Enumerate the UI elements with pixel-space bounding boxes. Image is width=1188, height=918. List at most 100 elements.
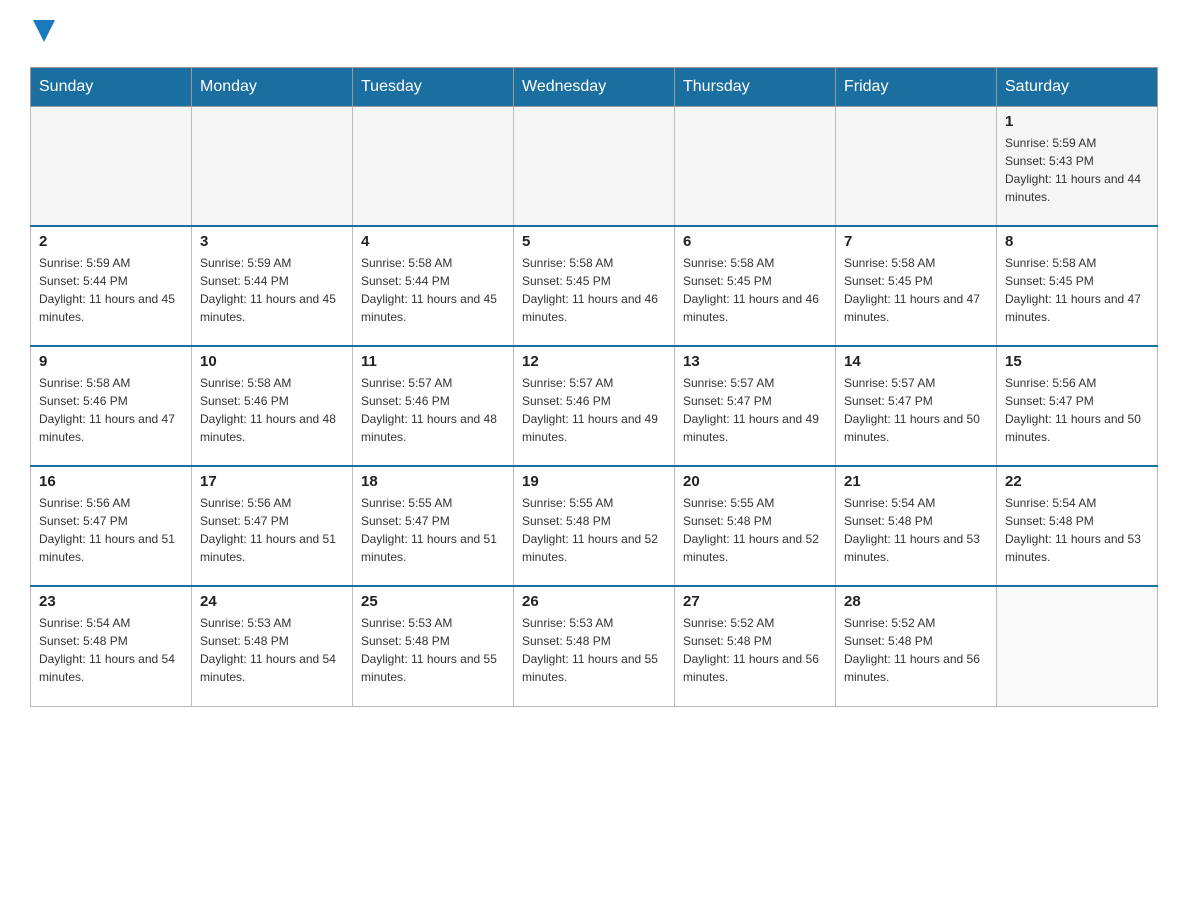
calendar-cell: 5 Sunrise: 5:58 AMSunset: 5:45 PMDaylight… <box>514 226 675 346</box>
calendar-cell: 22 Sunrise: 5:54 AMSunset: 5:48 PMDayligh… <box>997 466 1158 586</box>
calendar-cell: 4 Sunrise: 5:58 AMSunset: 5:44 PMDaylight… <box>353 226 514 346</box>
day-sun-info: Sunrise: 5:53 AMSunset: 5:48 PMDaylight:… <box>522 614 666 686</box>
day-sun-info: Sunrise: 5:53 AMSunset: 5:48 PMDaylight:… <box>361 614 505 686</box>
calendar-cell <box>997 586 1158 706</box>
day-number: 15 <box>1005 353 1149 370</box>
day-number: 8 <box>1005 233 1149 250</box>
calendar-cell: 9 Sunrise: 5:58 AMSunset: 5:46 PMDaylight… <box>31 346 192 466</box>
day-number: 23 <box>39 593 183 610</box>
day-number: 12 <box>522 353 666 370</box>
day-sun-info: Sunrise: 5:56 AMSunset: 5:47 PMDaylight:… <box>39 494 183 566</box>
day-number: 1 <box>1005 113 1149 130</box>
calendar-cell: 26 Sunrise: 5:53 AMSunset: 5:48 PMDayligh… <box>514 586 675 706</box>
calendar-cell: 7 Sunrise: 5:58 AMSunset: 5:45 PMDaylight… <box>836 226 997 346</box>
calendar-cell <box>31 106 192 226</box>
day-sun-info: Sunrise: 5:57 AMSunset: 5:47 PMDaylight:… <box>844 374 988 446</box>
day-sun-info: Sunrise: 5:54 AMSunset: 5:48 PMDaylight:… <box>844 494 988 566</box>
calendar-cell: 2 Sunrise: 5:59 AMSunset: 5:44 PMDaylight… <box>31 226 192 346</box>
day-sun-info: Sunrise: 5:58 AMSunset: 5:46 PMDaylight:… <box>39 374 183 446</box>
day-number: 28 <box>844 593 988 610</box>
day-number: 5 <box>522 233 666 250</box>
day-sun-info: Sunrise: 5:55 AMSunset: 5:48 PMDaylight:… <box>522 494 666 566</box>
day-sun-info: Sunrise: 5:59 AMSunset: 5:44 PMDaylight:… <box>39 254 183 326</box>
calendar-cell: 21 Sunrise: 5:54 AMSunset: 5:48 PMDayligh… <box>836 466 997 586</box>
calendar-cell <box>514 106 675 226</box>
calendar-week-row: 2 Sunrise: 5:59 AMSunset: 5:44 PMDaylight… <box>31 226 1158 346</box>
day-sun-info: Sunrise: 5:55 AMSunset: 5:47 PMDaylight:… <box>361 494 505 566</box>
day-number: 14 <box>844 353 988 370</box>
day-number: 9 <box>39 353 183 370</box>
calendar-cell: 6 Sunrise: 5:58 AMSunset: 5:45 PMDaylight… <box>675 226 836 346</box>
calendar-cell: 1Sunrise: 5:59 AMSunset: 5:43 PMDaylight… <box>997 106 1158 226</box>
day-number: 4 <box>361 233 505 250</box>
day-number: 7 <box>844 233 988 250</box>
day-number: 16 <box>39 473 183 490</box>
day-number: 21 <box>844 473 988 490</box>
logo <box>30 20 55 47</box>
weekday-header-row: SundayMondayTuesdayWednesdayThursdayFrid… <box>31 67 1158 106</box>
weekday-header-monday: Monday <box>192 67 353 106</box>
calendar-cell <box>836 106 997 226</box>
calendar-cell: 27 Sunrise: 5:52 AMSunset: 5:48 PMDayligh… <box>675 586 836 706</box>
calendar-cell: 19 Sunrise: 5:55 AMSunset: 5:48 PMDayligh… <box>514 466 675 586</box>
day-sun-info: Sunrise: 5:58 AMSunset: 5:45 PMDaylight:… <box>522 254 666 326</box>
calendar-cell: 25 Sunrise: 5:53 AMSunset: 5:48 PMDayligh… <box>353 586 514 706</box>
day-sun-info: Sunrise: 5:54 AMSunset: 5:48 PMDaylight:… <box>39 614 183 686</box>
calendar-week-row: 16 Sunrise: 5:56 AMSunset: 5:47 PMDayligh… <box>31 466 1158 586</box>
calendar-cell: 11 Sunrise: 5:57 AMSunset: 5:46 PMDayligh… <box>353 346 514 466</box>
day-sun-info: Sunrise: 5:52 AMSunset: 5:48 PMDaylight:… <box>844 614 988 686</box>
day-sun-info: Sunrise: 5:58 AMSunset: 5:45 PMDaylight:… <box>844 254 988 326</box>
day-number: 18 <box>361 473 505 490</box>
page-header <box>30 20 1158 47</box>
day-sun-info: Sunrise: 5:58 AMSunset: 5:45 PMDaylight:… <box>1005 254 1149 326</box>
calendar-week-row: 9 Sunrise: 5:58 AMSunset: 5:46 PMDaylight… <box>31 346 1158 466</box>
logo-triangle-icon <box>33 20 55 42</box>
day-number: 22 <box>1005 473 1149 490</box>
weekday-header-friday: Friday <box>836 67 997 106</box>
calendar-cell: 13 Sunrise: 5:57 AMSunset: 5:47 PMDayligh… <box>675 346 836 466</box>
calendar-cell: 18 Sunrise: 5:55 AMSunset: 5:47 PMDayligh… <box>353 466 514 586</box>
calendar-cell: 17Sunrise: 5:56 AMSunset: 5:47 PMDayligh… <box>192 466 353 586</box>
day-number: 3 <box>200 233 344 250</box>
day-number: 17 <box>200 473 344 490</box>
day-sun-info: Sunrise: 5:53 AMSunset: 5:48 PMDaylight:… <box>200 614 344 686</box>
calendar-cell: 10 Sunrise: 5:58 AMSunset: 5:46 PMDayligh… <box>192 346 353 466</box>
day-sun-info: Sunrise: 5:57 AMSunset: 5:46 PMDaylight:… <box>361 374 505 446</box>
day-sun-info: Sunrise: 5:54 AMSunset: 5:48 PMDaylight:… <box>1005 494 1149 566</box>
calendar-cell <box>353 106 514 226</box>
calendar-cell: 8 Sunrise: 5:58 AMSunset: 5:45 PMDaylight… <box>997 226 1158 346</box>
calendar-cell: 16 Sunrise: 5:56 AMSunset: 5:47 PMDayligh… <box>31 466 192 586</box>
day-number: 19 <box>522 473 666 490</box>
calendar-cell: 23 Sunrise: 5:54 AMSunset: 5:48 PMDayligh… <box>31 586 192 706</box>
day-number: 10 <box>200 353 344 370</box>
day-sun-info: Sunrise: 5:57 AMSunset: 5:47 PMDaylight:… <box>683 374 827 446</box>
day-sun-info: Sunrise: 5:56 AMSunset: 5:47 PMDaylight:… <box>1005 374 1149 446</box>
day-number: 20 <box>683 473 827 490</box>
day-sun-info: Sunrise: 5:58 AMSunset: 5:44 PMDaylight:… <box>361 254 505 326</box>
day-number: 24 <box>200 593 344 610</box>
calendar-cell: 20 Sunrise: 5:55 AMSunset: 5:48 PMDayligh… <box>675 466 836 586</box>
calendar-table: SundayMondayTuesdayWednesdayThursdayFrid… <box>30 67 1158 707</box>
day-sun-info: Sunrise: 5:52 AMSunset: 5:48 PMDaylight:… <box>683 614 827 686</box>
day-sun-info: Sunrise: 5:58 AMSunset: 5:46 PMDaylight:… <box>200 374 344 446</box>
calendar-cell: 14 Sunrise: 5:57 AMSunset: 5:47 PMDayligh… <box>836 346 997 466</box>
day-sun-info: Sunrise: 5:58 AMSunset: 5:45 PMDaylight:… <box>683 254 827 326</box>
calendar-cell <box>675 106 836 226</box>
day-number: 13 <box>683 353 827 370</box>
day-number: 26 <box>522 593 666 610</box>
weekday-header-wednesday: Wednesday <box>514 67 675 106</box>
day-number: 11 <box>361 353 505 370</box>
calendar-cell: 15 Sunrise: 5:56 AMSunset: 5:47 PMDayligh… <box>997 346 1158 466</box>
weekday-header-sunday: Sunday <box>31 67 192 106</box>
calendar-cell: 24 Sunrise: 5:53 AMSunset: 5:48 PMDayligh… <box>192 586 353 706</box>
calendar-cell: 3Sunrise: 5:59 AMSunset: 5:44 PMDaylight… <box>192 226 353 346</box>
calendar-cell <box>192 106 353 226</box>
weekday-header-thursday: Thursday <box>675 67 836 106</box>
weekday-header-saturday: Saturday <box>997 67 1158 106</box>
calendar-cell: 12Sunrise: 5:57 AMSunset: 5:46 PMDayligh… <box>514 346 675 466</box>
day-sun-info: Sunrise: 5:55 AMSunset: 5:48 PMDaylight:… <box>683 494 827 566</box>
day-number: 27 <box>683 593 827 610</box>
day-number: 2 <box>39 233 183 250</box>
day-number: 6 <box>683 233 827 250</box>
day-number: 25 <box>361 593 505 610</box>
